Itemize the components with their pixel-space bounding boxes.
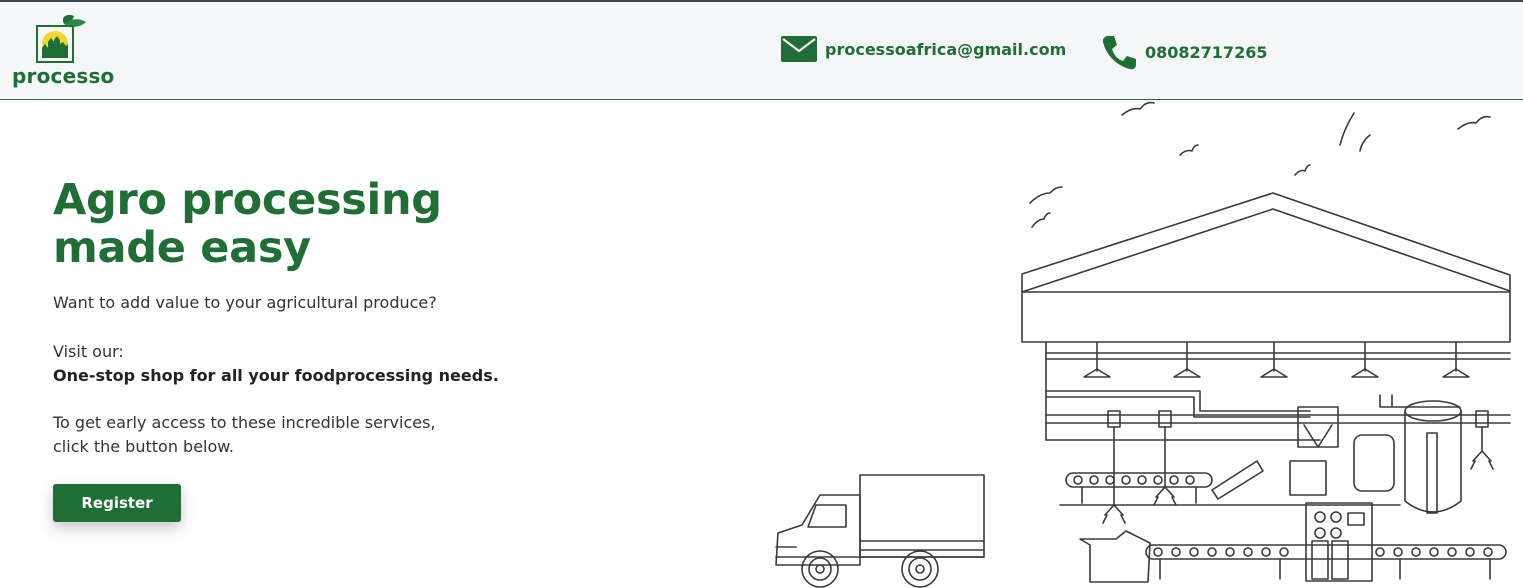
envelope-icon <box>781 36 817 62</box>
visit-label: Visit our: <box>53 342 124 361</box>
hero-title-line-2: made easy <box>53 223 311 273</box>
factory-illustration <box>775 101 1511 588</box>
factory-lamps <box>1045 341 1511 441</box>
delivery-truck <box>775 474 985 588</box>
logo[interactable]: processo <box>12 14 122 90</box>
logo-text: processo <box>12 64 115 88</box>
hero-tagline: One-stop shop for all your foodprocessin… <box>53 366 499 385</box>
register-button[interactable]: Register <box>53 484 181 522</box>
birds-illustration <box>1029 101 1491 228</box>
early-access-text-2: click the button below. <box>53 437 234 456</box>
leaf-logo-icon <box>36 14 86 63</box>
email-address[interactable]: processoafrica@gmail.com <box>825 40 1066 59</box>
site-header: processo processoafrica@gmail.com 080827… <box>0 2 1523 100</box>
early-access-text-1: To get early access to these incredible … <box>53 413 436 432</box>
email-contact[interactable]: processoafrica@gmail.com <box>781 36 1066 62</box>
factory-roof <box>1021 192 1511 343</box>
hero-title: Agro processing made easy <box>53 176 513 272</box>
conveyor-belts <box>1059 460 1507 580</box>
hero-title-line-1: Agro processing <box>53 175 442 225</box>
phone-icon <box>1102 36 1136 70</box>
phone-number[interactable]: 08082717265 <box>1145 43 1267 62</box>
phone-contact[interactable]: 08082717265 <box>1101 34 1267 70</box>
hero-question: Want to add value to your agricultural p… <box>53 293 437 312</box>
